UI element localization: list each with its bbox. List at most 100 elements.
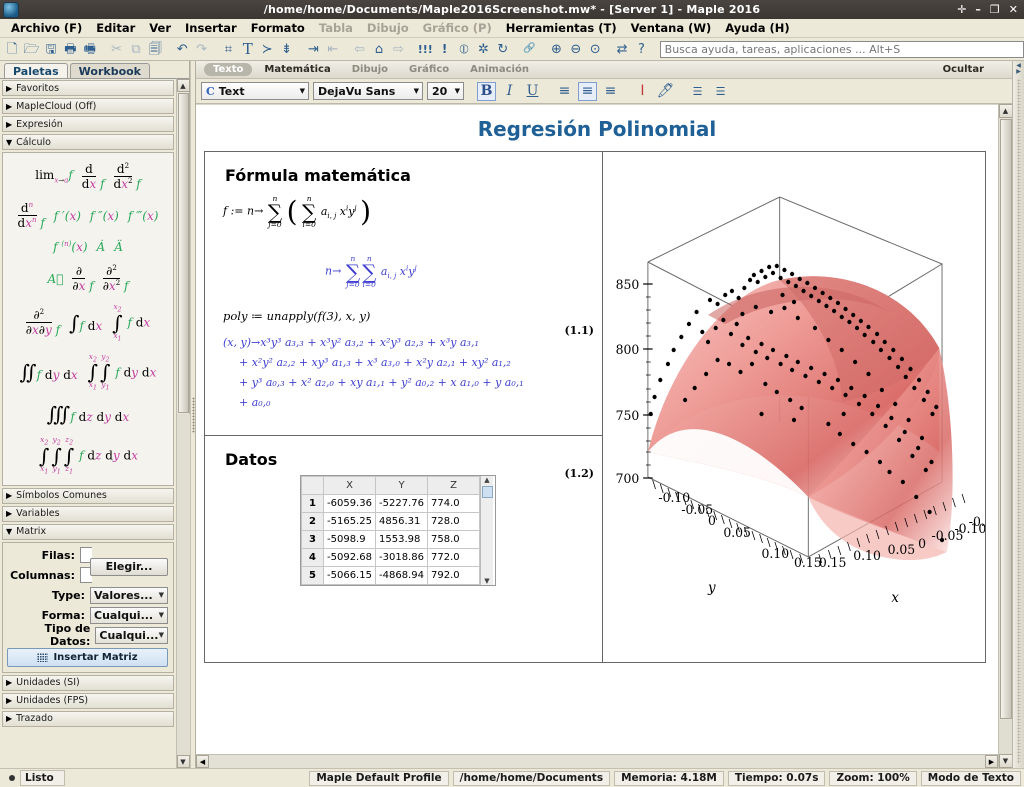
indent-icon[interactable]: ⇥: [304, 40, 322, 59]
second-partial-derivative-symbol[interactable]: ∂2∂x2 f: [103, 264, 129, 293]
align-right-icon[interactable]: ≡: [601, 82, 620, 101]
data-table[interactable]: X Y Z 1 -6059.36 -5227.76: [300, 475, 496, 586]
zoom-in-icon[interactable]: ⊕: [547, 40, 565, 59]
worksheet-scroll-thumb[interactable]: [1000, 119, 1012, 719]
palette-item-unidades-fps[interactable]: ▶ Unidades (FPS): [2, 693, 174, 709]
menu-insertar[interactable]: Insertar: [178, 19, 244, 37]
zoom-out-icon[interactable]: ⊖: [567, 40, 585, 59]
menu-herramientas[interactable]: Herramientas (T): [499, 19, 624, 37]
tab-dibujo[interactable]: Dibujo: [343, 63, 397, 76]
scroll-down-icon[interactable]: ▼: [999, 754, 1013, 768]
highlight-icon[interactable]: 🖊: [656, 82, 675, 101]
menu-ver[interactable]: Ver: [142, 19, 178, 37]
section-icon[interactable]: ⇟: [277, 40, 295, 59]
derivative-symbol[interactable]: ddx f: [82, 162, 105, 191]
definite-triple-integral-symbol[interactable]: x2∫x1y2∫y1z2∫z1 f dz dy dx: [38, 436, 138, 476]
print-icon[interactable]: 🖶: [61, 40, 79, 59]
bullet-list-icon[interactable]: ☰: [688, 82, 707, 101]
scroll-down-icon[interactable]: ▼: [484, 577, 489, 585]
help-icon[interactable]: ?: [632, 40, 650, 59]
worksheet-vertical-scrollbar[interactable]: ▲ ▼: [998, 104, 1012, 768]
execute-all-icon[interactable]: !!!: [416, 40, 434, 59]
tab-workbook[interactable]: Workbook: [70, 63, 150, 78]
search-input[interactable]: Busca ayuda, tareas, aplicaciones ... Al…: [660, 41, 1024, 58]
cell-z[interactable]: 772.0: [428, 549, 480, 567]
poly-result[interactable]: (x, y)→x³y³ a₃,₃ + x³y² a₃,₂ + x²y³ a₂,₃…: [223, 333, 602, 413]
execute-icon[interactable]: !: [435, 40, 453, 59]
definite-double-integral-symbol[interactable]: x2∫x1y2∫y1 f dy dx: [87, 353, 157, 393]
tab-texto[interactable]: Texto: [204, 63, 252, 76]
restart-kernel-icon[interactable]: ✲: [474, 40, 492, 59]
close-button[interactable]: ✕: [1009, 4, 1018, 16]
worksheet-horizontal-scrollbar[interactable]: ◀ ▶: [196, 754, 998, 768]
rail-collapse-icon[interactable]: ◀▶: [1016, 63, 1021, 75]
cell-z[interactable]: 758.0: [428, 531, 480, 549]
save-icon[interactable]: 🖫: [42, 40, 60, 59]
cell-z[interactable]: 774.0: [428, 495, 480, 513]
italic-button[interactable]: I: [500, 82, 519, 101]
palette-item-variables[interactable]: ▶ Variables: [2, 506, 174, 522]
pin-window-button[interactable]: ✛: [957, 4, 966, 16]
data-table-scrollbar[interactable]: ▲ ▼: [480, 476, 493, 585]
a-double-dot-symbol[interactable]: Ä: [114, 240, 123, 254]
table-row[interactable]: 2 -5165.25 4856.31 728.0: [302, 513, 480, 531]
partial-derivative-symbol[interactable]: ∂∂x f: [72, 264, 93, 293]
bold-button[interactable]: B: [477, 82, 496, 101]
table-row[interactable]: 4 -5092.68 -3018.86 772.0: [302, 549, 480, 567]
palette-scroll-thumb[interactable]: [178, 93, 189, 413]
cell-x[interactable]: -5066.15: [324, 567, 376, 585]
prompt-icon[interactable]: ≻: [258, 40, 276, 59]
f-triple-prime-symbol[interactable]: f ‴(x): [128, 209, 159, 223]
scroll-up-icon[interactable]: ▲: [999, 104, 1013, 118]
minimize-button[interactable]: –: [975, 4, 981, 16]
second-derivative-symbol[interactable]: d2dx2 f: [114, 162, 141, 191]
ocultar-button[interactable]: Ocultar: [943, 64, 984, 75]
tab-paletas[interactable]: Paletas: [4, 63, 68, 78]
cell-x[interactable]: -5165.25: [324, 513, 376, 531]
worksheet[interactable]: Regresión Polinomial Fórmula matemática …: [196, 104, 998, 754]
open-folder-icon[interactable]: 🗁: [22, 40, 40, 59]
table-row[interactable]: 5 -5066.15 -4868.94 792.0: [302, 567, 480, 585]
matrix-tipo-datos-select[interactable]: Cualqui... ▼: [95, 627, 168, 644]
cell-z[interactable]: 792.0: [428, 567, 480, 585]
f-double-prime-symbol[interactable]: f ″(x): [90, 209, 119, 223]
data-table-scroll-thumb[interactable]: [482, 486, 493, 498]
cell-x[interactable]: -5098.9: [324, 531, 376, 549]
align-center-icon[interactable]: ≡: [578, 82, 597, 101]
menu-ayuda[interactable]: Ayuda (H): [718, 19, 796, 37]
scroll-left-icon[interactable]: ◀: [196, 755, 209, 768]
palette-scroll-track[interactable]: [177, 414, 190, 755]
matrix-type-select[interactable]: Valores... ▼: [90, 587, 168, 604]
refresh-icon[interactable]: ↻: [494, 40, 512, 59]
style-select[interactable]: C Text ▼: [201, 82, 309, 100]
palette-item-unidades-si[interactable]: ▶ Unidades (SI): [2, 675, 174, 691]
f-prime-symbol[interactable]: f ′(x): [54, 209, 81, 223]
palette-item-simbolos-comunes[interactable]: ▶ Símbolos Comunes: [2, 488, 174, 504]
table-row[interactable]: 3 -5098.9 1553.98 758.0: [302, 531, 480, 549]
cell-y[interactable]: 4856.31: [376, 513, 428, 531]
triple-integral-symbol[interactable]: ∭f dz dy dx: [47, 402, 130, 426]
link-icon[interactable]: 🔗: [520, 40, 538, 59]
f-nth-prime-symbol[interactable]: f (n)(x): [53, 240, 87, 254]
print-preview-icon[interactable]: 🖷: [81, 40, 99, 59]
stop-icon[interactable]: ⦶: [455, 40, 473, 59]
cell-y[interactable]: 1553.98: [376, 531, 428, 549]
cell-x[interactable]: -5092.68: [324, 549, 376, 567]
menu-archivo[interactable]: Archivo (F): [4, 19, 89, 37]
menu-editar[interactable]: Editar: [89, 19, 142, 37]
poly-assignment[interactable]: poly ≔ unapply(f(3), x, y): [223, 309, 602, 323]
scroll-down-icon[interactable]: ▼: [177, 755, 190, 768]
insertar-matriz-button[interactable]: Insertar Matriz: [7, 648, 168, 667]
a-triple-dot-symbol[interactable]: A⃛: [48, 272, 64, 286]
palette-vertical-scrollbar[interactable]: ▲ ▼: [176, 78, 189, 768]
new-icon[interactable]: 🗋: [3, 40, 21, 59]
cell-y[interactable]: -5227.76: [376, 495, 428, 513]
palette-item-trazado[interactable]: ▶ Trazado: [2, 711, 174, 727]
maximize-button[interactable]: ❐: [990, 4, 1000, 16]
table-row[interactable]: 1 -6059.36 -5227.76 774.0: [302, 495, 480, 513]
tab-grafico[interactable]: Gráfico: [400, 63, 458, 76]
align-left-icon[interactable]: ≡: [555, 82, 574, 101]
font-size-select[interactable]: 20 ▼: [427, 82, 464, 100]
text-color-icon[interactable]: I: [633, 82, 652, 101]
cell-y[interactable]: -3018.86: [376, 549, 428, 567]
